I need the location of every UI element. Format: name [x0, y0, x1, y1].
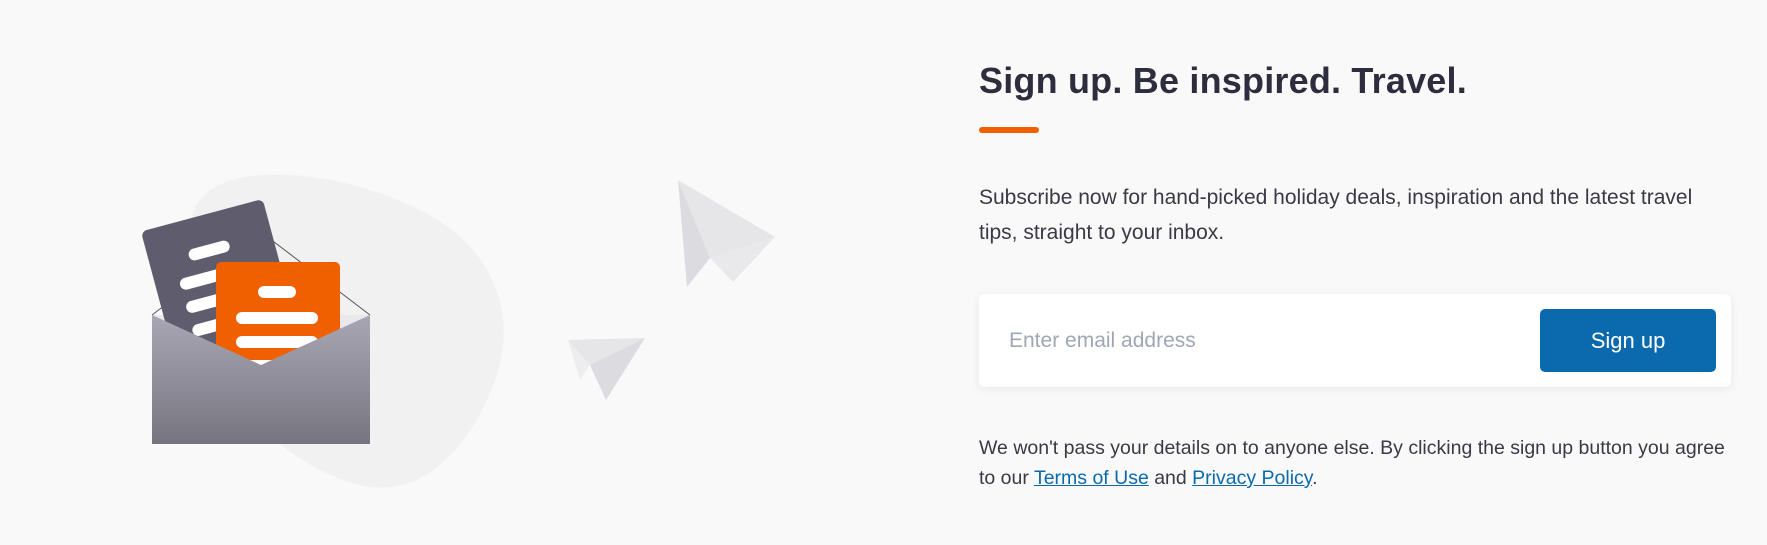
signup-button[interactable]: Sign up	[1540, 309, 1716, 372]
paper-plane-small-icon	[568, 338, 645, 400]
privacy-disclaimer: We won't pass your details on to anyone …	[979, 433, 1731, 493]
signup-headline: Sign up. Be inspired. Travel.	[979, 60, 1467, 101]
email-input[interactable]	[993, 309, 1523, 372]
headline-accent-bar	[979, 127, 1039, 133]
signup-form: Sign up	[979, 294, 1731, 387]
privacy-policy-link[interactable]: Privacy Policy	[1192, 467, 1312, 489]
paper-plane-large-icon	[678, 180, 775, 287]
disclaimer-and-text: and	[1148, 467, 1193, 489]
newsletter-illustration	[0, 0, 880, 545]
terms-of-use-link[interactable]: Terms of Use	[1034, 467, 1149, 489]
disclaimer-end-text: .	[1312, 467, 1318, 489]
signup-description: Subscribe now for hand-picked holiday de…	[979, 186, 1693, 244]
illustration-svg	[142, 174, 775, 488]
